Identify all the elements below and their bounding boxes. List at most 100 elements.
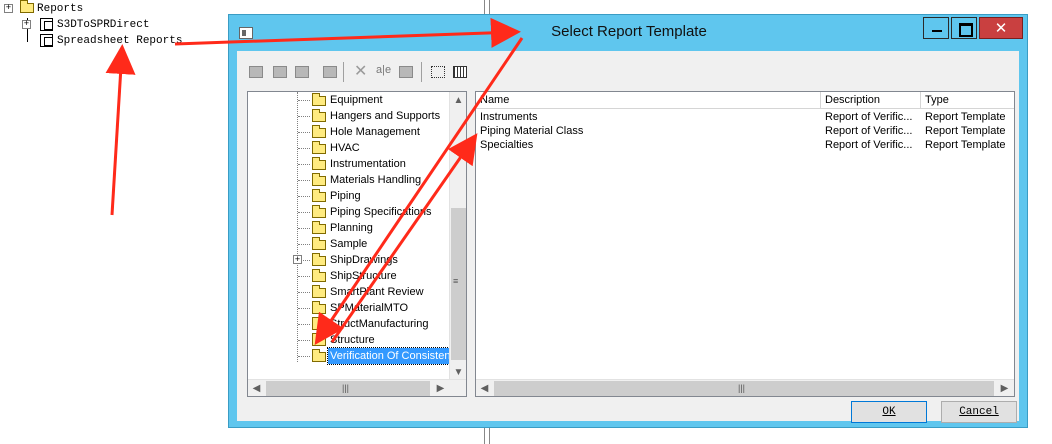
folder-tree-item-label: SPMaterialMTO (330, 302, 409, 314)
folder-icon (312, 237, 326, 250)
tree-connector (298, 164, 310, 165)
dialog-title-bar[interactable]: Select Report Template ✕ (229, 15, 1027, 49)
folder-tree-item-label: Planning (330, 222, 373, 234)
folder-icon (312, 173, 326, 186)
delete-icon[interactable]: ✕ (349, 61, 371, 83)
list-horizontal-scrollbar[interactable]: ◀ ||| ▶ (476, 379, 1014, 396)
copy-icon[interactable] (291, 61, 313, 83)
folder-tree-item-label: Hangers and Supports (330, 110, 441, 122)
folder-icon (312, 93, 326, 106)
list-view-icon[interactable] (427, 61, 449, 83)
report-type-cell: Report Template (925, 111, 1006, 123)
tree-connector (298, 228, 310, 229)
folder-tree-item-label: SmartPlant Review (330, 286, 424, 298)
scroll-right-button[interactable]: ▶ (996, 380, 1013, 396)
folder-icon (312, 221, 326, 234)
close-button[interactable]: ✕ (979, 17, 1023, 39)
report-doc-icon (40, 33, 53, 47)
scroll-grip: ||| (342, 383, 350, 393)
scroll-left-button[interactable]: ◀ (476, 380, 493, 396)
tree-connector (298, 132, 310, 133)
expand-icon[interactable]: + (293, 255, 302, 264)
tree-connector (298, 244, 310, 245)
folder-tree-item-label: HVAC (330, 142, 360, 154)
maximize-button[interactable] (951, 17, 977, 39)
dialog-client-area: ✕ a|e Equipment Hangers and Supports Hole … (237, 51, 1019, 423)
tree-connector (298, 116, 310, 117)
collapse-icon[interactable]: + (4, 4, 13, 13)
folder-tree-item-label: StructManufacturing (330, 318, 429, 330)
details-view-icon[interactable] (449, 61, 471, 83)
report-list-row[interactable]: Specialties Report of Verific... Report Te… (476, 138, 1014, 152)
scroll-up-button[interactable]: ▲ (450, 92, 466, 109)
new-item-icon[interactable] (269, 61, 291, 83)
tree-vertical-scrollbar[interactable]: ▲ ≡ ▼ (449, 92, 466, 381)
report-type-cell: Report Template (925, 125, 1006, 137)
column-header-type[interactable]: Type (921, 92, 1014, 109)
scroll-grip: ||| (738, 383, 746, 393)
report-description-cell: Report of Verific... (825, 111, 913, 123)
folder-tree-item-label: ShipDrawings (330, 254, 398, 266)
select-report-template-dialog: Select Report Template ✕ ✕ a|e Equipment… (228, 14, 1028, 428)
folder-tree-item-label: Hole Management (330, 126, 420, 138)
report-list-row[interactable]: Instruments Report of Verific... Report Te… (476, 110, 1014, 124)
properties-icon[interactable] (395, 61, 417, 83)
folder-tree-item-label: Sample (330, 238, 368, 250)
folder-icon (312, 109, 326, 122)
report-list-row[interactable]: Piping Material Class Report of Verific..… (476, 124, 1014, 138)
new-folder-icon[interactable] (245, 61, 267, 83)
tree-connector (298, 212, 310, 213)
dialog-title: Select Report Template (551, 23, 707, 40)
column-header-name[interactable]: Name (476, 92, 821, 109)
folder-tree-item-label: Materials Handling (330, 174, 422, 186)
folder-tree-item-label: Piping (330, 190, 361, 202)
folder-icon (312, 253, 326, 266)
toolbar-separator (343, 62, 344, 82)
folder-tree-item-label: Verification Of Consistency (326, 347, 465, 365)
tree-connector (298, 308, 310, 309)
folder-tree-item-label: Piping Specifications (330, 206, 432, 218)
report-description-cell: Report of Verific... (825, 125, 913, 137)
ok-button[interactable]: OK (851, 401, 927, 423)
cancel-button[interactable]: Cancel (941, 401, 1017, 423)
folder-icon (312, 317, 326, 330)
minimize-button[interactable] (923, 17, 949, 39)
tree-connector (298, 180, 310, 181)
tree-connector (298, 196, 310, 197)
folder-tree-item-label: Structure (330, 334, 375, 346)
folder-icon (312, 333, 326, 346)
folder-icon (312, 285, 326, 298)
folder-tree-item-label: ShipStructure (330, 270, 397, 282)
expand-icon[interactable]: + (22, 20, 31, 29)
arrow-to-spreadsheet-reports (105, 44, 136, 216)
tree-connector (298, 148, 310, 149)
tree-item-label: Spreadsheet Reports (57, 35, 183, 47)
folder-tree-pane[interactable]: Equipment Hangers and Supports Hole Manage… (247, 91, 467, 397)
folder-icon (312, 125, 326, 138)
column-header-description[interactable]: Description (821, 92, 921, 109)
report-name-cell: Instruments (480, 111, 538, 123)
folder-tree-item-label: Instrumentation (330, 158, 406, 170)
report-description-cell: Report of Verific... (825, 139, 913, 151)
close-icon: ✕ (994, 20, 1008, 37)
folder-icon (312, 141, 326, 154)
folder-icon (20, 0, 34, 14)
tree-connector (298, 356, 310, 357)
rename-icon[interactable]: a|e (373, 61, 395, 83)
tree-item-label: S3DToSPRDirect (57, 19, 150, 31)
tree-connector (298, 100, 310, 101)
report-list-pane[interactable]: Name Description Type Instruments Report … (475, 91, 1015, 397)
scroll-right-button[interactable]: ▶ (432, 380, 449, 396)
tree-root-label: Reports (37, 3, 84, 15)
scroll-grip: ≡ (453, 276, 459, 286)
scroll-left-button[interactable]: ◀ (248, 380, 265, 396)
folder-icon (312, 189, 326, 202)
folder-icon (312, 301, 326, 314)
report-doc-icon (40, 17, 53, 31)
folder-icon (312, 269, 326, 282)
open-folder-icon (312, 349, 326, 362)
tree-connector (298, 324, 310, 325)
paste-icon[interactable] (319, 61, 341, 83)
tree-horizontal-scrollbar[interactable]: ◀ ||| ▶ (248, 379, 466, 396)
tree-connector (298, 292, 310, 293)
